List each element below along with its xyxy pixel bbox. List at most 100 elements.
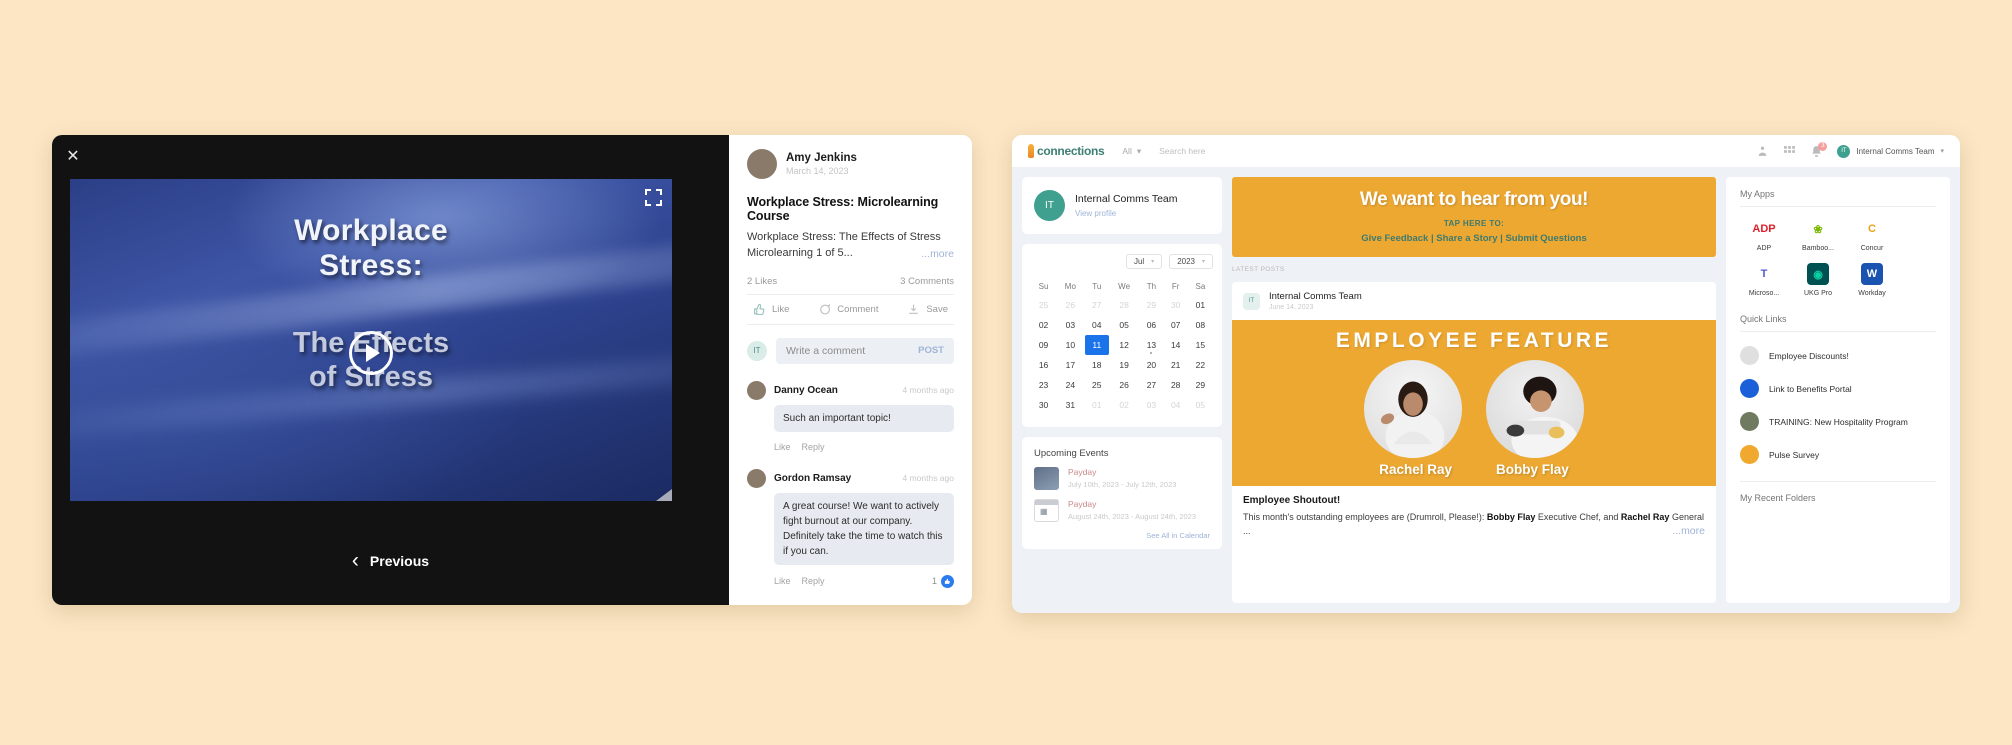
calendar-weekday: Su xyxy=(1038,282,1049,291)
post-author-name: Amy Jenkins xyxy=(786,152,857,164)
calendar-day[interactable]: 05 xyxy=(1109,315,1139,335)
list-item[interactable]: Payday August 24th, 2023 - August 24th, … xyxy=(1034,499,1210,522)
calendar-day[interactable]: 30 xyxy=(1164,295,1188,315)
calendar-day[interactable]: 05 xyxy=(1188,395,1213,415)
calendar-day[interactable]: 02 xyxy=(1109,395,1139,415)
shoutout-more-link[interactable]: ...more xyxy=(1672,523,1705,539)
expand-icon[interactable] xyxy=(645,189,662,206)
app-tile[interactable]: T Microso... xyxy=(1740,263,1788,297)
app-grid-icon[interactable] xyxy=(1783,145,1796,158)
thumbs-up-icon xyxy=(944,578,950,584)
comment-button[interactable]: Comment xyxy=(818,303,878,316)
app-tile[interactable]: W Workday xyxy=(1848,263,1896,297)
comment-reply-link[interactable]: Reply xyxy=(802,442,825,452)
app-tile[interactable]: C Concur xyxy=(1848,218,1896,252)
post-more-link[interactable]: ...more xyxy=(921,247,954,262)
app-label: ADP xyxy=(1756,245,1772,252)
quick-link-row[interactable]: Link to Benefits Portal xyxy=(1740,379,1936,398)
calendar-day[interactable]: 20 xyxy=(1139,355,1163,375)
user-menu[interactable]: IT Internal Comms Team ▾ xyxy=(1837,144,1944,158)
calendar-day[interactable]: 03 xyxy=(1139,395,1163,415)
calendar-day[interactable]: 12 xyxy=(1109,335,1139,355)
calendar-day[interactable]: 31 xyxy=(1056,395,1085,415)
calendar-day[interactable]: 28 xyxy=(1164,375,1188,395)
calendar-day[interactable]: 04 xyxy=(1085,315,1109,335)
calendar-day[interactable]: 17 xyxy=(1056,355,1085,375)
calendar-day[interactable]: 02 xyxy=(1031,315,1056,335)
upcoming-events-card: Upcoming Events Payday July 10th, 2023 -… xyxy=(1022,437,1222,549)
promo-links[interactable]: Give Feedback | Share a Story | Submit Q… xyxy=(1242,233,1706,244)
post-author-row: Amy Jenkins March 14, 2023 xyxy=(747,149,954,179)
see-all-in-calendar-link[interactable]: See All in Calendar xyxy=(1034,531,1210,540)
calendar-header: Jul ▾ 2023 ▾ xyxy=(1031,254,1213,269)
calendar-day[interactable]: 24 xyxy=(1056,375,1085,395)
calendar-day[interactable]: 11 xyxy=(1084,335,1109,355)
user-name: Internal Comms Team xyxy=(1856,146,1935,156)
calendar-day[interactable]: 27 xyxy=(1085,295,1109,315)
month-dropdown[interactable]: Jul ▾ xyxy=(1125,254,1163,269)
video-canvas[interactable]: Workplace Stress: The Effects of Stress xyxy=(70,179,672,501)
calendar-day[interactable]: 09 xyxy=(1031,335,1056,355)
calendar-day[interactable]: 19 xyxy=(1109,355,1139,375)
calendar-day[interactable]: 25 xyxy=(1031,295,1056,315)
comment-post-button[interactable]: POST xyxy=(918,345,944,356)
comment-like-link[interactable]: Like xyxy=(774,442,791,452)
list-item[interactable]: Payday July 10th, 2023 - July 12th, 2023 xyxy=(1034,467,1210,490)
comment-footer: Like Reply xyxy=(774,442,954,452)
calendar-weekday-row: Su Mo Tu We Th Fr Sa xyxy=(1031,278,1213,295)
brand-logo[interactable]: connections xyxy=(1028,144,1105,158)
shoutout-name-1: Bobby Flay xyxy=(1486,512,1536,522)
calendar-day[interactable]: 03 xyxy=(1056,315,1085,335)
calendar-day[interactable]: 22 xyxy=(1188,355,1213,375)
calendar-day[interactable]: 10 xyxy=(1056,335,1085,355)
calendar-day[interactable]: 26 xyxy=(1056,295,1085,315)
calendar-day[interactable]: 16 xyxy=(1031,355,1056,375)
people-directory-icon[interactable] xyxy=(1756,145,1769,158)
calendar-day[interactable]: 29 xyxy=(1188,375,1213,395)
like-button[interactable]: Like xyxy=(753,303,789,316)
search-scope-dropdown[interactable]: All ▾ xyxy=(1122,146,1141,157)
calendar-day[interactable]: 23 xyxy=(1031,375,1056,395)
app-tile[interactable]: ◉ UKG Pro xyxy=(1794,263,1842,297)
quick-link-label: TRAINING: New Hospitality Program xyxy=(1769,416,1908,427)
calendar-day[interactable]: 18 xyxy=(1085,355,1109,375)
calendar-day[interactable]: 30 xyxy=(1031,395,1056,415)
calendar-day[interactable]: 04 xyxy=(1164,395,1188,415)
comment-like-link[interactable]: Like xyxy=(774,576,791,586)
calendar-day[interactable]: 15 xyxy=(1188,335,1213,355)
calendar-day[interactable]: 01 xyxy=(1188,295,1213,315)
feedback-promo-banner[interactable]: We want to hear from you! TAP HERE TO: G… xyxy=(1232,177,1716,257)
calendar-day[interactable]: 08 xyxy=(1188,315,1213,335)
save-button[interactable]: Save xyxy=(907,303,948,316)
view-profile-link[interactable]: View profile xyxy=(1075,209,1178,218)
quick-link-row[interactable]: TRAINING: New Hospitality Program xyxy=(1740,412,1936,431)
calendar-day[interactable]: 01 xyxy=(1085,395,1109,415)
close-icon[interactable]: ✕ xyxy=(64,148,82,166)
quick-link-row[interactable]: Employee Discounts! xyxy=(1740,346,1936,365)
search-input[interactable]: Search here xyxy=(1159,146,1205,156)
topbar-icons: 3 IT Internal Comms Team ▾ xyxy=(1756,141,1944,158)
calendar-day[interactable]: 07 xyxy=(1164,315,1188,335)
app-tile[interactable]: ❀ Bamboo... xyxy=(1794,218,1842,252)
resize-corner-icon xyxy=(656,489,672,501)
calendar-day[interactable]: 29 xyxy=(1139,295,1163,315)
app-label: UKG Pro xyxy=(1803,290,1832,297)
year-dropdown[interactable]: 2023 ▾ xyxy=(1169,254,1213,269)
previous-button[interactable]: ‹ Previous xyxy=(52,550,729,571)
calendar-day[interactable]: 28 xyxy=(1109,295,1139,315)
play-icon[interactable] xyxy=(349,331,393,375)
calendar-day[interactable]: 27 xyxy=(1139,375,1163,395)
calendar-day[interactable]: 25 xyxy=(1085,375,1109,395)
calendar-day[interactable]: 06 xyxy=(1139,315,1163,335)
app-tile[interactable]: ADP ADP xyxy=(1740,218,1788,252)
calendar-day[interactable]: 21 xyxy=(1164,355,1188,375)
calendar-grid: Su Mo Tu We Th Fr Sa 25 26 27 28 29 30 01 02 03 04 05 06 0… xyxy=(1031,278,1213,415)
comment-input[interactable]: Write a comment POST xyxy=(776,337,954,364)
comment-reply-link[interactable]: Reply xyxy=(802,576,825,586)
quick-link-row[interactable]: Pulse Survey xyxy=(1740,445,1936,464)
feature-post-author: Internal Comms Team xyxy=(1269,291,1362,302)
chevron-down-icon: ▾ xyxy=(1940,148,1944,155)
calendar-day[interactable]: 26 xyxy=(1109,375,1139,395)
calendar-day[interactable]: 14 xyxy=(1164,335,1188,355)
notification-bell-icon[interactable]: 3 xyxy=(1810,141,1828,158)
